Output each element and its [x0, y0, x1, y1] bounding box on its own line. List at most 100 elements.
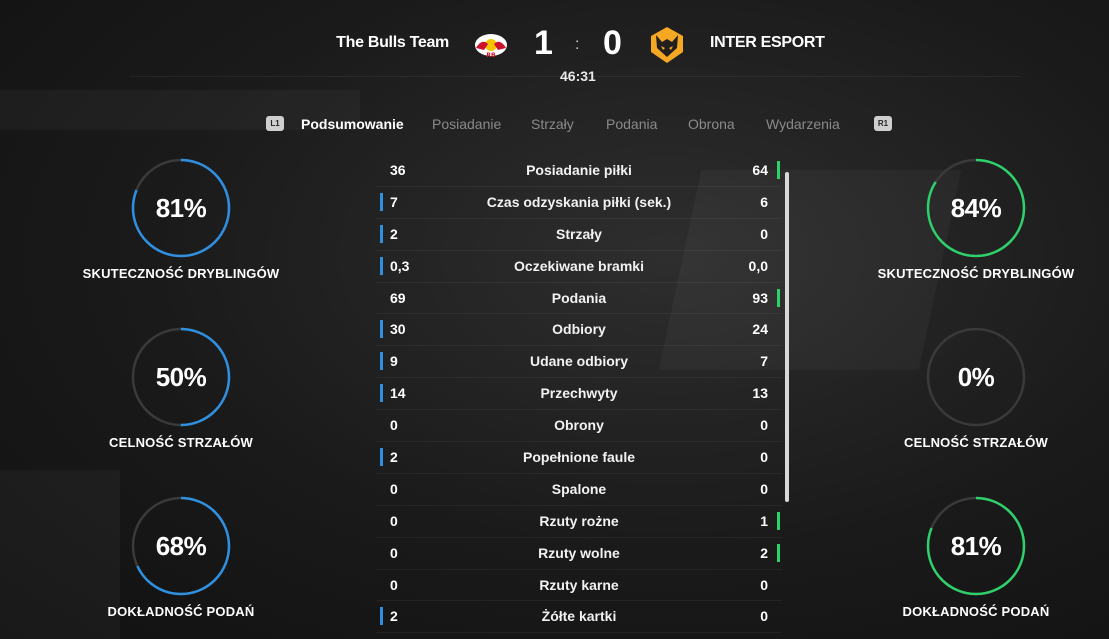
tab-strzaly[interactable]: Strzały	[531, 116, 574, 132]
home-stat-value: 2	[390, 449, 398, 466]
stat-row: 30 Odbiory 24	[376, 314, 782, 347]
stat-name: Podania	[551, 289, 607, 306]
away-score: 0	[603, 24, 622, 62]
stat-name: Żółte kartki	[541, 608, 617, 625]
away-stat-value: 0,0	[748, 257, 768, 274]
r1-button-hint[interactable]: R1	[874, 116, 892, 131]
home-stat-value: 14	[390, 385, 406, 402]
away-stat-value: 7	[760, 353, 768, 370]
ring-label: DOKŁADNOŚĆ PODAŃ	[902, 604, 1050, 619]
home-leader-bar	[380, 448, 383, 467]
match-header: The Bulls Team RB 1 : 0 INTER ESPORT 46:…	[0, 0, 1109, 84]
home-team-name: The Bulls Team	[336, 34, 449, 51]
away-team-name: INTER ESPORT	[710, 34, 825, 51]
stat-row: 0 Rzuty wolne 2	[376, 538, 782, 570]
home-score: 1	[534, 24, 553, 62]
away-pass-accuracy: 81% DOKŁADNOŚĆ PODAŃ	[861, 496, 1091, 639]
header-divider	[130, 76, 1020, 77]
stat-row: 7 Czas odzyskania piłki (sek.) 6	[376, 187, 782, 219]
away-stat-value: 0	[760, 480, 768, 497]
stat-name: Rzuty wolne	[538, 544, 620, 561]
away-stat-value: 2	[760, 544, 768, 561]
tab-podania[interactable]: Podania	[606, 116, 657, 132]
ring-value: 50%	[155, 362, 207, 392]
away-dribble-success: 84% SKUTECZNOŚĆ DRYBLINGÓW	[861, 158, 1091, 308]
stat-row: 2 Żółte kartki 0	[376, 601, 782, 634]
stat-row: 9 Udane odbiory 7	[376, 346, 782, 379]
away-stat-value: 0	[760, 449, 768, 466]
stat-name: Popełnione faule	[522, 449, 635, 466]
ring-value: 81%	[155, 193, 207, 223]
away-stat-value: 0	[760, 225, 768, 242]
stat-name: Spalone	[551, 480, 607, 497]
away-shot-accuracy: 0% CELNOŚĆ STRZAŁÓW	[861, 327, 1091, 477]
stat-row: 2 Popełnione faule 0	[376, 442, 782, 474]
home-stat-value: 2	[390, 225, 398, 242]
stats-scrollbar[interactable]	[785, 172, 789, 502]
tab-wydarzenia[interactable]: Wydarzenia	[766, 116, 840, 132]
ring-value: 84%	[950, 193, 1002, 223]
home-stat-value: 0	[390, 512, 398, 529]
tab-posiadanie[interactable]: Posiadanie	[432, 116, 501, 132]
wolf-crest-icon	[646, 24, 688, 66]
home-leader-bar	[380, 607, 383, 626]
tab-podsumowanie[interactable]: Podsumowanie	[301, 116, 404, 132]
home-stat-value: 0	[390, 576, 398, 593]
stat-row: 0 Obrony 0	[376, 410, 782, 443]
away-leader-bar	[777, 511, 780, 530]
stat-name: Odbiory	[552, 321, 606, 338]
away-stat-value: 1	[760, 512, 768, 529]
home-stat-value: 7	[390, 193, 398, 210]
home-leader-bar	[380, 320, 383, 339]
stat-row: 36 Posiadanie piłki 64	[376, 155, 782, 187]
away-stat-value: 24	[752, 321, 768, 338]
home-stat-value: 0	[390, 544, 398, 561]
away-leader-bar	[777, 543, 780, 562]
ring-label: CELNOŚĆ STRZAŁÓW	[903, 435, 1049, 450]
stats-table: 36 Posiadanie piłki 64 7 Czas odzyskania pił…	[376, 155, 782, 634]
score-separator: :	[575, 36, 580, 53]
stat-row: 0 Rzuty karne 0	[376, 570, 782, 602]
stat-name: Obrony	[554, 417, 604, 434]
stat-row: 69 Podania 93	[376, 283, 782, 315]
away-stat-value: 13	[752, 385, 768, 402]
stat-row: 2 Strzały 0	[376, 219, 782, 251]
stat-row: 0,3 Oczekiwane bramki 0,0	[376, 251, 782, 283]
stats-tab-bar: L1 Podsumowanie Posiadanie Strzały Podan…	[0, 114, 1109, 136]
tab-obrona[interactable]: Obrona	[688, 116, 735, 132]
away-stat-value: 6	[760, 193, 768, 210]
home-stat-value: 9	[390, 353, 398, 370]
ring-value: 81%	[950, 531, 1002, 561]
home-stat-value: 30	[390, 321, 406, 338]
home-stat-value: 2	[390, 608, 398, 625]
away-stat-value: 0	[760, 417, 768, 434]
home-leader-bar	[380, 256, 383, 275]
stat-name: Czas odzyskania piłki (sek.)	[486, 193, 672, 210]
home-stat-value: 0	[390, 480, 398, 497]
stat-name: Rzuty rożne	[539, 512, 619, 529]
away-stat-value: 0	[760, 576, 768, 593]
bulls-crest-icon: RB	[470, 28, 512, 60]
home-leader-bar	[380, 224, 383, 243]
home-leader-bar	[380, 192, 383, 211]
home-shot-accuracy: 50% CELNOŚĆ STRZAŁÓW	[66, 327, 296, 477]
home-stat-value: 0	[390, 417, 398, 434]
home-stat-value: 36	[390, 162, 406, 178]
ring-value: 68%	[155, 531, 207, 561]
stat-name: Strzały	[556, 225, 602, 242]
stat-name: Rzuty karne	[539, 576, 619, 593]
stat-row: 14 Przechwyty 13	[376, 378, 782, 411]
away-stat-value: 0	[760, 608, 768, 625]
l1-button-hint[interactable]: L1	[266, 116, 284, 131]
ring-label: CELNOŚĆ STRZAŁÓW	[108, 435, 254, 450]
home-leader-bar	[380, 384, 383, 403]
svg-text:RB: RB	[486, 52, 496, 59]
stat-name: Oczekiwane bramki	[514, 257, 644, 274]
stat-name: Udane odbiory	[529, 353, 628, 370]
ring-label: SKUTECZNOŚĆ DRYBLINGÓW	[877, 266, 1075, 281]
ring-value: 0%	[957, 362, 995, 392]
home-stat-value: 69	[390, 289, 406, 306]
stat-row: 0 Rzuty rożne 1	[376, 506, 782, 538]
away-leader-bar	[777, 161, 780, 179]
ring-label: DOKŁADNOŚĆ PODAŃ	[107, 604, 255, 619]
